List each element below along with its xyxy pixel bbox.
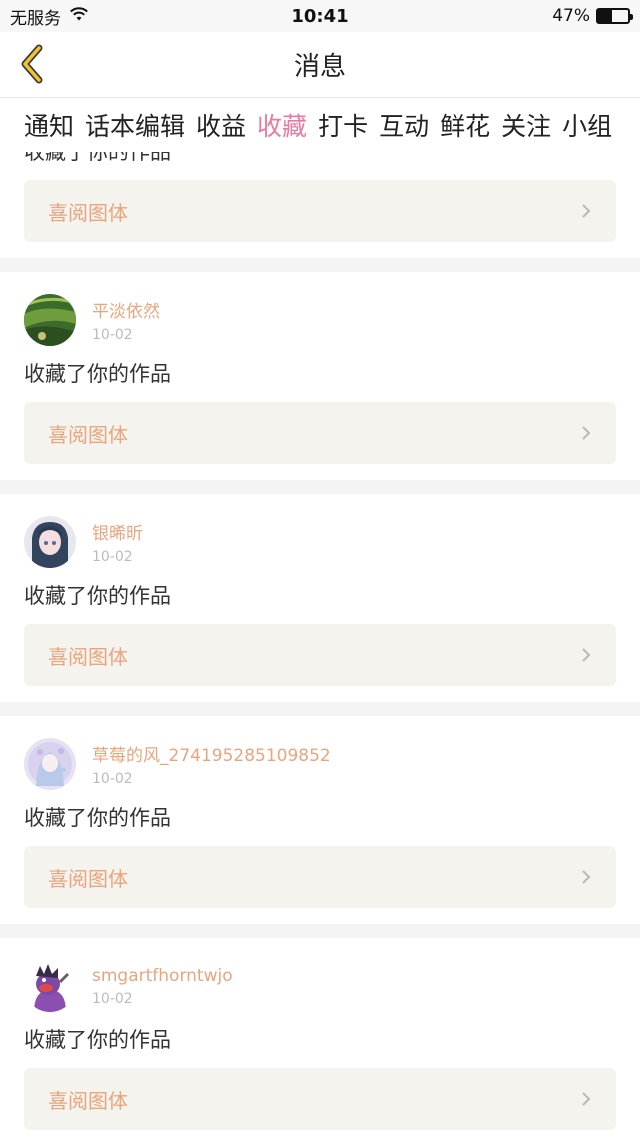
back-button[interactable] bbox=[10, 42, 54, 86]
page-title: 消息 bbox=[293, 52, 346, 82]
nav-bar: 消息 bbox=[0, 32, 640, 98]
divider bbox=[0, 480, 640, 494]
tab-checkin[interactable]: 打卡 bbox=[318, 107, 368, 143]
divider bbox=[0, 702, 640, 716]
avatar[interactable] bbox=[24, 960, 76, 1012]
list-item: smgartfhorntwjo 10-02 收藏了你的作品 喜阅图体 bbox=[0, 938, 640, 1138]
work-title: 喜阅图体 bbox=[48, 644, 128, 669]
status-bar: 无服务 10:41 47% bbox=[0, 0, 640, 32]
chevron-right-icon bbox=[582, 204, 591, 218]
tab-follow[interactable]: 关注 bbox=[501, 107, 551, 143]
work-title: 喜阅图体 bbox=[48, 866, 128, 891]
chevron-right-icon bbox=[582, 426, 591, 440]
tab-favorites[interactable]: 收藏 bbox=[257, 107, 307, 155]
tab-earnings[interactable]: 收益 bbox=[196, 107, 246, 143]
work-link[interactable]: 喜阅图体 bbox=[24, 624, 616, 686]
work-link[interactable]: 喜阅图体 bbox=[24, 180, 616, 242]
timestamp: 10-02 bbox=[92, 549, 133, 565]
battery-percent: 47% bbox=[552, 6, 590, 26]
notification-list[interactable]: 收藏了你的作品 喜阅图体 平淡依然 10-02 收藏了你的作品 喜阅图体 银晞昕… bbox=[0, 152, 640, 1138]
chevron-right-icon bbox=[582, 870, 591, 884]
list-item: 收藏了你的作品 喜阅图体 bbox=[0, 152, 640, 258]
username[interactable]: 草莓的风_274195285109852 bbox=[92, 741, 331, 766]
action-text: 收藏了你的作品 bbox=[24, 362, 171, 386]
work-link[interactable]: 喜阅图体 bbox=[24, 402, 616, 464]
timestamp: 10-02 bbox=[92, 771, 133, 787]
action-text: 收藏了你的作品 bbox=[24, 152, 171, 164]
avatar[interactable] bbox=[24, 738, 76, 790]
work-title: 喜阅图体 bbox=[48, 1088, 128, 1113]
divider bbox=[0, 258, 640, 272]
work-link[interactable]: 喜阅图体 bbox=[24, 1068, 616, 1130]
list-item: 草莓的风_274195285109852 10-02 收藏了你的作品 喜阅图体 bbox=[0, 716, 640, 924]
chevron-left-icon bbox=[21, 44, 43, 84]
action-text: 收藏了你的作品 bbox=[24, 584, 171, 608]
avatar[interactable] bbox=[24, 516, 76, 568]
list-item: 平淡依然 10-02 收藏了你的作品 喜阅图体 bbox=[0, 272, 640, 480]
chevron-right-icon bbox=[582, 648, 591, 662]
tab-interaction[interactable]: 互动 bbox=[379, 107, 429, 143]
tab-script-editor[interactable]: 话本编辑 bbox=[85, 107, 185, 143]
timestamp: 10-02 bbox=[92, 327, 133, 343]
clock: 10:41 bbox=[291, 5, 349, 27]
username[interactable]: 平淡依然 bbox=[92, 297, 160, 322]
username[interactable]: 银晞昕 bbox=[92, 519, 143, 544]
divider bbox=[0, 924, 640, 938]
carrier-label: 无服务 bbox=[10, 8, 61, 29]
battery-icon bbox=[596, 8, 633, 24]
work-title: 喜阅图体 bbox=[48, 200, 128, 225]
chevron-right-icon bbox=[582, 1092, 591, 1106]
wifi-icon bbox=[69, 6, 89, 27]
tab-notice[interactable]: 通知 bbox=[24, 107, 74, 143]
message-tabs: 通知 话本编辑 收益 收藏 打卡 互动 鲜花 关注 小组 bbox=[0, 98, 640, 155]
list-item: 银晞昕 10-02 收藏了你的作品 喜阅图体 bbox=[0, 494, 640, 702]
work-title: 喜阅图体 bbox=[48, 422, 128, 447]
avatar[interactable] bbox=[24, 294, 76, 346]
timestamp: 10-02 bbox=[92, 990, 133, 1007]
tab-flowers[interactable]: 鲜花 bbox=[440, 107, 490, 143]
username[interactable]: smgartfhorntwjo bbox=[92, 966, 233, 986]
action-text: 收藏了你的作品 bbox=[24, 1028, 171, 1052]
work-link[interactable]: 喜阅图体 bbox=[24, 846, 616, 908]
action-text: 收藏了你的作品 bbox=[24, 806, 171, 830]
tab-group[interactable]: 小组 bbox=[562, 107, 612, 143]
